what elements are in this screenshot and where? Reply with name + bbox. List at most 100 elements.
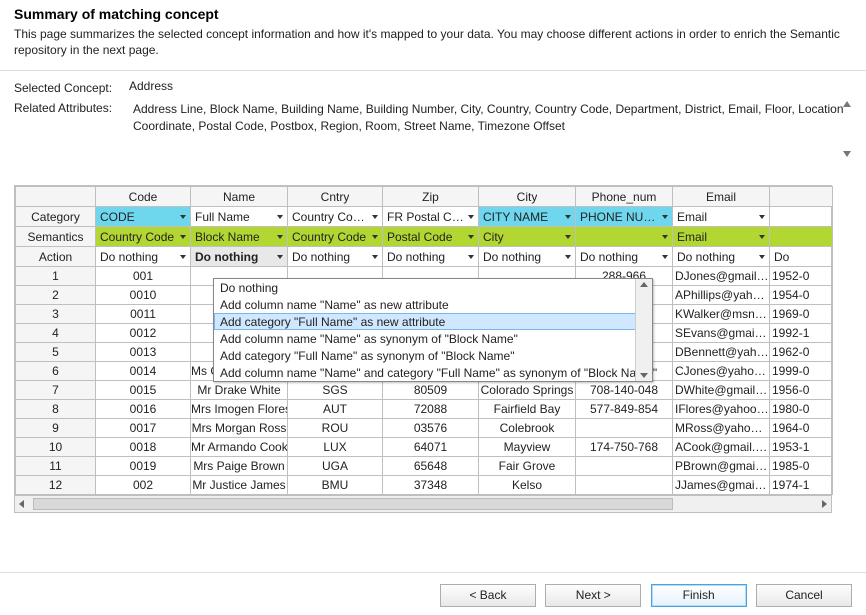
- cell-extra: 1999-0: [770, 362, 833, 381]
- cell-email: CJones@yahoo.c...: [673, 362, 770, 381]
- cell-extra: 1985-0: [770, 457, 833, 476]
- cell-extra: 1964-0: [770, 419, 833, 438]
- semantics-email[interactable]: Email: [673, 227, 769, 246]
- row-number: 4: [16, 324, 96, 343]
- dropdown-icon: [759, 255, 765, 259]
- semantics-cntry[interactable]: Country Code: [288, 227, 382, 246]
- row-number: 5: [16, 343, 96, 362]
- cancel-button[interactable]: Cancel: [756, 584, 852, 607]
- cell-email: DJones@gmail.c...: [673, 267, 770, 286]
- cell-name: Mr Armando Cook: [191, 438, 288, 457]
- col-city: City: [517, 190, 538, 204]
- grid-horizontal-scrollbar[interactable]: [15, 495, 831, 512]
- menu-scrollbar[interactable]: [635, 279, 652, 381]
- cell-code: 001: [96, 267, 191, 286]
- action-phone[interactable]: Do nothing: [576, 247, 672, 266]
- col-cntry: Cntry: [321, 190, 350, 204]
- dropdown-icon: [662, 255, 668, 259]
- textbox-scrollbar[interactable]: [842, 99, 852, 159]
- scroll-down-icon: [640, 373, 648, 378]
- cell-code: 0017: [96, 419, 191, 438]
- category-cntry[interactable]: Country Code I...: [288, 207, 382, 226]
- action-zip[interactable]: Do nothing: [383, 247, 478, 266]
- cell-zip: 64071: [383, 438, 479, 457]
- cell-city: Fairfield Bay: [479, 400, 576, 419]
- cell-extra: 1992-1: [770, 324, 833, 343]
- cell-code: 0010: [96, 286, 191, 305]
- action-dropdown-menu[interactable]: Do nothingAdd column name "Name" as new …: [213, 278, 653, 382]
- cell-cntry: UGA: [288, 457, 383, 476]
- cell-code: 0011: [96, 305, 191, 324]
- row-number: 6: [16, 362, 96, 381]
- cell-code: 0015: [96, 381, 191, 400]
- semantics-row: Semantics Country Code Block Name Countr…: [16, 227, 833, 247]
- cell-email: DBennett@yaho...: [673, 343, 770, 362]
- semantics-city[interactable]: City: [479, 227, 575, 246]
- cell-extra: 1953-1: [770, 438, 833, 457]
- dropdown-icon: [277, 215, 283, 219]
- row-number: 3: [16, 305, 96, 324]
- finish-button[interactable]: Finish: [651, 584, 747, 607]
- menu-item[interactable]: Add column name "Name" as synonym of "Bl…: [214, 330, 652, 347]
- row-number: 2: [16, 286, 96, 305]
- menu-item[interactable]: Add column name "Name" as new attribute: [214, 296, 652, 313]
- cell-cntry: ROU: [288, 419, 383, 438]
- cell-extra: 1954-0: [770, 286, 833, 305]
- table-row: 100018Mr Armando CookLUX64071Mayview174-…: [16, 438, 833, 457]
- category-phone[interactable]: PHONE NUMBER: [576, 207, 672, 226]
- cell-code: 0014: [96, 362, 191, 381]
- dropdown-icon: [759, 235, 765, 239]
- cell-name: Mrs Morgan Ross: [191, 419, 288, 438]
- scroll-thumb[interactable]: [33, 498, 673, 510]
- dropdown-icon: [372, 255, 378, 259]
- scroll-up-icon: [640, 282, 648, 287]
- header-separator: [0, 70, 866, 71]
- wizard-footer: < Back Next > Finish Cancel: [434, 584, 852, 607]
- category-name[interactable]: Full Name: [191, 207, 287, 226]
- wizard-header: Summary of matching concept This page su…: [0, 0, 866, 60]
- cell-email: IFlores@yahoo.c...: [673, 400, 770, 419]
- action-name[interactable]: Do nothing: [191, 247, 287, 266]
- cell-email: ACook@gmail.com: [673, 438, 770, 457]
- menu-item[interactable]: Do nothing: [214, 279, 652, 296]
- cell-zip: 80509: [383, 381, 479, 400]
- scroll-down-icon: [843, 151, 851, 157]
- footer-separator: [0, 572, 866, 573]
- action-row: Action Do nothing Do nothing Do nothing …: [16, 247, 833, 267]
- related-attributes-value: Address Line, Block Name, Building Name,…: [133, 102, 844, 132]
- row-number: 9: [16, 419, 96, 438]
- menu-item[interactable]: Add category "Full Name" as synonym of "…: [214, 347, 652, 364]
- row-number: 10: [16, 438, 96, 457]
- dropdown-icon: [565, 235, 571, 239]
- action-email[interactable]: Do nothing: [673, 247, 769, 266]
- category-city[interactable]: CITY NAME: [479, 207, 575, 226]
- menu-item[interactable]: Add category "Full Name" as new attribut…: [214, 313, 652, 330]
- cell-phone: 708-140-048: [576, 381, 673, 400]
- cell-extra: 1980-0: [770, 400, 833, 419]
- action-code[interactable]: Do nothing: [96, 247, 190, 266]
- action-extra[interactable]: Do: [770, 247, 832, 266]
- semantics-phone[interactable]: [576, 227, 672, 246]
- semantics-zip[interactable]: Postal Code: [383, 227, 478, 246]
- menu-item[interactable]: Add column name "Name" and category "Ful…: [214, 364, 652, 381]
- cell-extra: 1962-0: [770, 343, 833, 362]
- cell-zip: 03576: [383, 419, 479, 438]
- dropdown-icon: [180, 255, 186, 259]
- semantics-code[interactable]: Country Code: [96, 227, 190, 246]
- cell-city: Fair Grove: [479, 457, 576, 476]
- semantics-name[interactable]: Block Name: [191, 227, 287, 246]
- action-city[interactable]: Do nothing: [479, 247, 575, 266]
- category-code[interactable]: CODE: [96, 207, 190, 226]
- next-button[interactable]: Next >: [545, 584, 641, 607]
- col-email: Email: [706, 190, 736, 204]
- cell-email: PBrown@gmail.c...: [673, 457, 770, 476]
- cell-code: 0019: [96, 457, 191, 476]
- category-zip[interactable]: FR Postal Code: [383, 207, 478, 226]
- category-email[interactable]: Email: [673, 207, 769, 226]
- cell-phone: [576, 457, 673, 476]
- cell-zip: 37348: [383, 476, 479, 495]
- back-button[interactable]: < Back: [440, 584, 536, 607]
- cell-code: 002: [96, 476, 191, 495]
- action-cntry[interactable]: Do nothing: [288, 247, 382, 266]
- cell-email: KWalker@msn.com: [673, 305, 770, 324]
